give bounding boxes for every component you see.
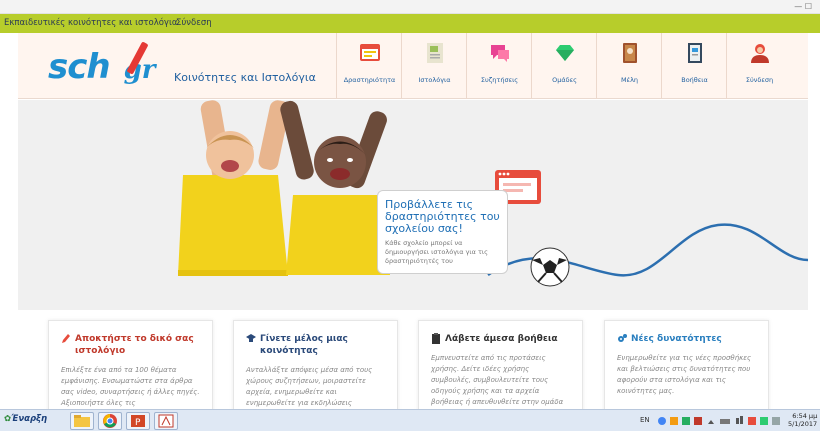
help-icon [688,43,702,63]
card-title-text: Αποκτήστε το δικό σας ιστολόγιο [75,334,194,356]
nav-item-blogs[interactable]: Ιστολόγια [401,33,466,99]
clock-date: 5/1/2017 [788,420,818,428]
nav-label: Δραστηριότητα [343,76,396,84]
pdf-icon [158,414,174,428]
pencil-icon [62,334,70,343]
clock[interactable]: 6:54 μμ 5/1/2017 [788,412,817,428]
card-title-text: Νέες δυνατότητες [631,334,722,344]
discussion-icon [491,45,509,62]
start-button[interactable]: ✿Έναρξη [4,414,47,424]
groups-icon [556,45,574,61]
card-title: Γίνετε μέλος μιας κοινότητας [246,333,385,357]
start-label: Έναρξη [11,414,48,424]
feature-card-new[interactable]: Νέες δυνατότητες Ενημερωθείτε για τις νέ… [604,320,769,415]
feature-card-help[interactable]: Λάβετε άμεσα βοήθεια Εμπνευστείτε από τι… [418,320,583,415]
nav-label: Συζητήσεις [480,76,519,84]
logo-main-text: sch [48,47,111,87]
callout-title: Προβάλλετε τις δραστηριότητες του σχολεί… [385,198,500,235]
nav-label: Βοήθεια [681,76,708,84]
taskbar-chrome[interactable] [98,412,122,430]
sch-logo[interactable]: sch gr [48,41,156,87]
feature-card-blog[interactable]: Αποκτήστε το δικό σας ιστολόγιο Επιλέξτε… [48,320,213,415]
taskbar-powerpoint[interactable]: P [126,412,150,430]
features-section: Αποκτήστε το δικό σας ιστολόγιο Επιλέξτε… [0,310,820,415]
card-title: Λάβετε άμεσα βοήθεια [431,333,570,345]
language-indicator[interactable]: EN [640,416,650,424]
site-header: sch gr Κοινότητες και Ιστολόγια Δραστηριό… [18,33,808,99]
clipboard-icon [432,333,440,344]
nav-label: Ιστολόγια [418,76,451,84]
hero-callout[interactable]: Προβάλλετε τις δραστηριότητες του σχολεί… [377,190,508,274]
nav-item-groups[interactable]: Ομάδες [531,33,596,99]
nav-item-discussions[interactable]: Συζητήσεις [466,33,531,99]
login-link[interactable]: Σύνδεση [176,18,212,28]
window-controls-icon[interactable]: — ☐ [794,2,812,11]
card-body: Εμπνευστείτε από τις προτάσεις χρήσης. Δ… [431,354,564,406]
card-body: Επιλέξτε ένα από τα 100 θέματα εμφάνισης… [61,366,200,407]
members-icon [623,43,637,63]
gears-icon [618,334,627,342]
card-title-text: Λάβετε άμεσα βοήθεια [445,334,558,344]
card-body: Ενημερωθείτε για τις νέες προσθήκες και … [617,354,752,395]
card-title: Αποκτήστε το δικό σας ιστολόγιο [61,333,200,357]
mortarboard-icon [246,334,256,342]
callout-body: Κάθε σχολείο μπορεί να δημιουργήσει ιστο… [385,239,488,265]
communities-link[interactable]: Εκπαιδευτικές κοινότητες και ιστολόγια [4,18,177,28]
folder-icon [74,415,90,427]
nav-label: Μέλη [620,76,639,84]
activity-icon [360,44,380,61]
main-nav: Δραστηριότητα Ιστολόγια Συζητήσεις Ομάδε… [336,33,791,99]
nav-item-login[interactable]: Σύνδεση [726,33,791,99]
powerpoint-icon: P [131,415,145,428]
feature-card-community[interactable]: Γίνετε μέλος μιας κοινότητας Ανταλλάξτε … [233,320,398,415]
card-body: Ανταλλάξτε απόψεις μέσα από τους χώρους … [246,366,373,407]
card-title: Νέες δυνατότητες [617,333,756,345]
svg-text:P: P [135,418,141,428]
top-bar: Εκπαιδευτικές κοινότητες και ιστολόγια Σ… [0,14,820,33]
windows-taskbar: ✿Έναρξη P EN 6:54 μμ 5/1/2017 [0,409,820,431]
nav-item-members[interactable]: Μέλη [596,33,661,99]
site-tagline: Κοινότητες και Ιστολόγια [174,71,316,84]
taskbar-acrobat[interactable] [154,412,178,430]
system-tray-icons[interactable] [656,415,784,427]
nav-item-help[interactable]: Βοήθεια [661,33,726,99]
clock-time: 6:54 μμ [792,412,818,420]
taskbar-explorer[interactable] [70,412,94,430]
card-title-text: Γίνετε μέλος μιας κοινότητας [260,334,348,356]
blog-icon [427,43,443,63]
browser-chrome-strip: — ☐ [0,0,820,14]
login-icon [751,44,769,63]
nav-item-activity[interactable]: Δραστηριότητα [336,33,401,99]
chrome-icon [103,414,117,428]
nav-label: Σύνδεση [745,76,774,84]
nav-label: Ομάδες [552,76,577,84]
